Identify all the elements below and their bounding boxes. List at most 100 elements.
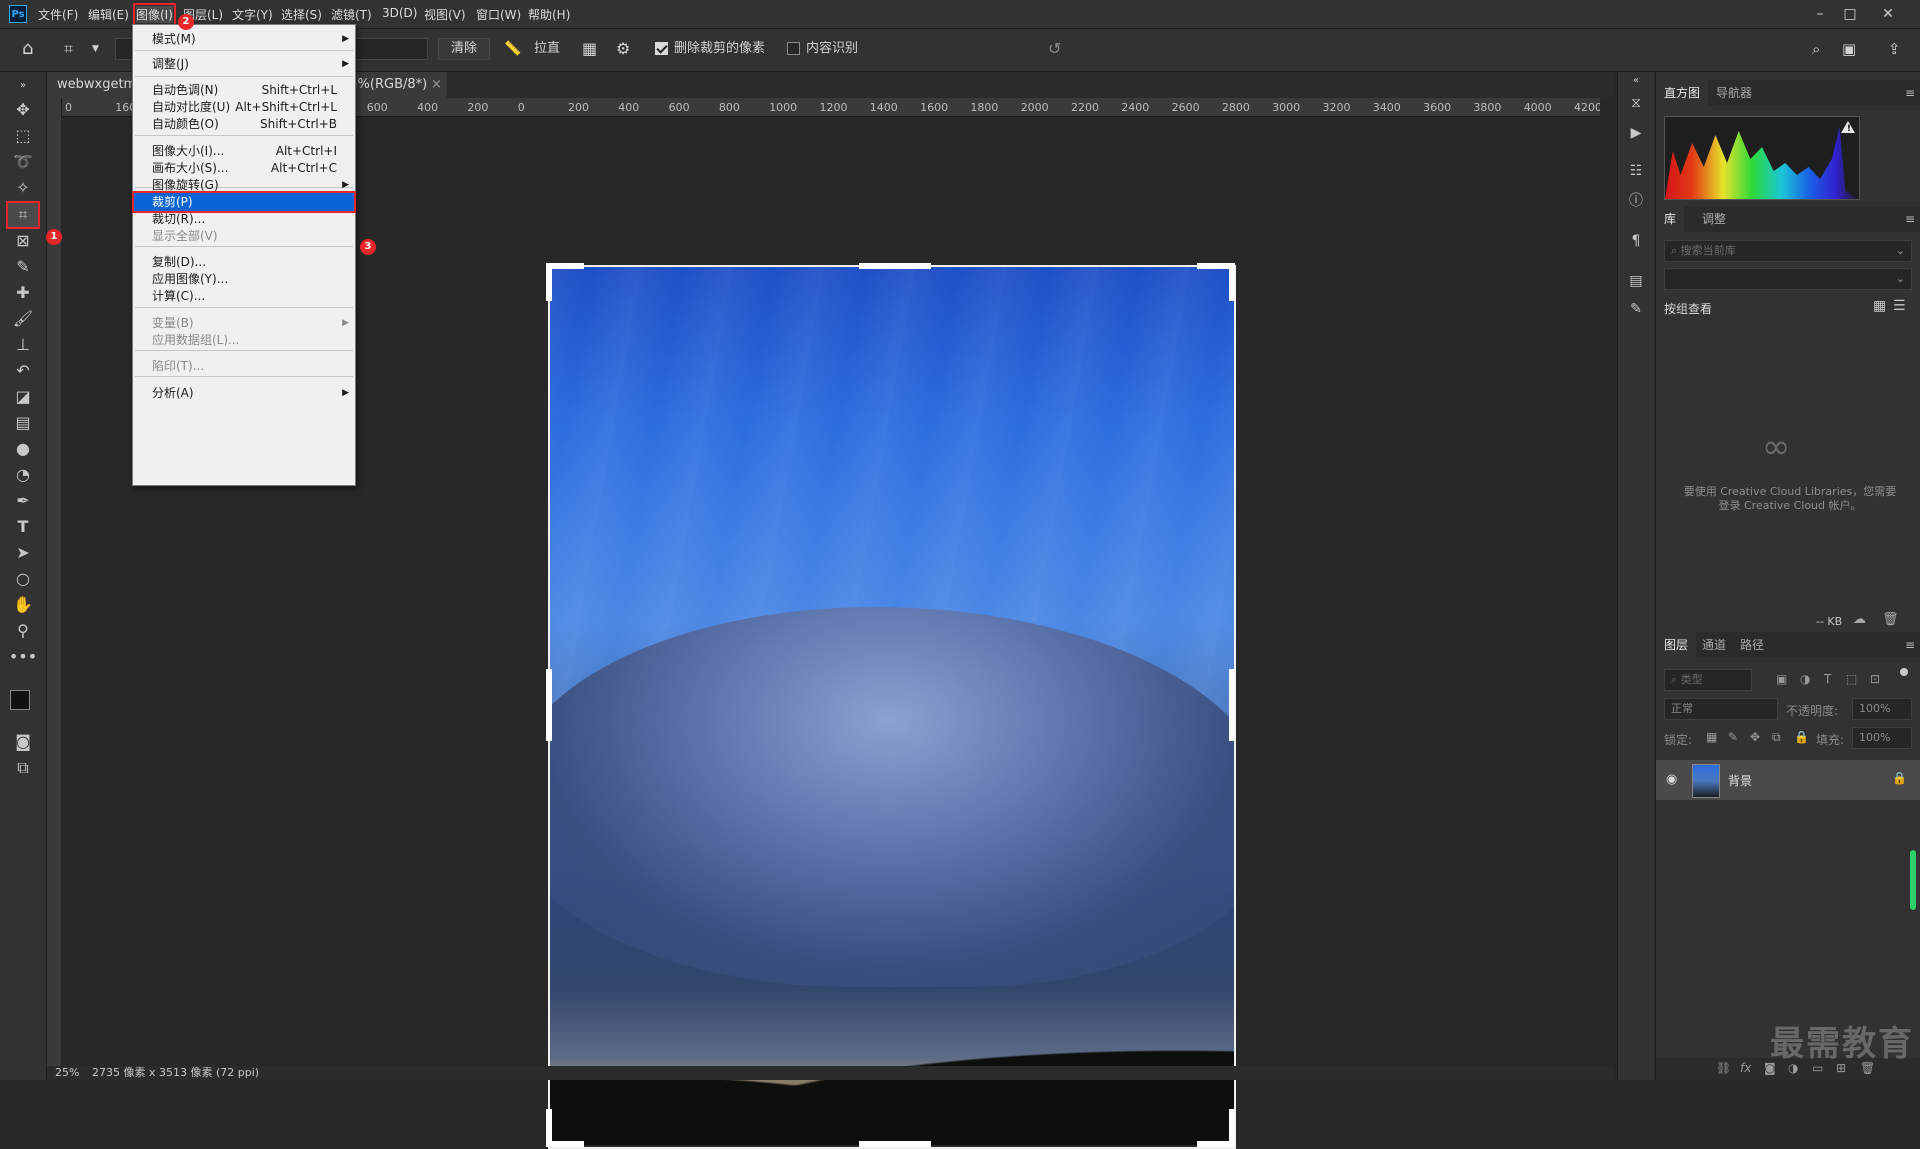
history-brush-tool-icon[interactable]: ↶ (8, 359, 38, 383)
frame-tool-icon[interactable]: ⊠ (8, 229, 38, 253)
menu-type[interactable]: 文字(Y) (232, 6, 273, 23)
tab-libraries[interactable]: 库 (1656, 206, 1685, 232)
healing-brush-tool-icon[interactable]: ✚ (8, 281, 38, 305)
delete-cropped-checkbox[interactable] (655, 42, 668, 55)
menu-item[interactable]: 分析(A) ▶ (133, 383, 355, 403)
collapse-icon[interactable]: « (1627, 72, 1645, 90)
ellipse-tool-icon[interactable]: ○ (8, 567, 38, 591)
lock-all-icon[interactable]: 🔒 (1794, 730, 1809, 744)
layer-name[interactable]: 背景 (1728, 772, 1752, 789)
dodge-tool-icon[interactable]: ◔ (8, 463, 38, 487)
menu-help[interactable]: 帮助(H) (528, 6, 570, 23)
maximize-button[interactable]: □ (1836, 4, 1864, 24)
minimize-button[interactable]: – (1806, 4, 1834, 24)
history-icon[interactable]: ⧖ (1627, 94, 1645, 112)
group-view-dropdown[interactable]: 按组查看 (1664, 300, 1712, 317)
straighten-button[interactable]: 拉直 (534, 37, 560, 61)
menu-item[interactable]: 计算(C)... (133, 286, 355, 306)
lasso-tool-icon[interactable]: ➰ (8, 150, 38, 174)
pen-tool-icon[interactable]: ✒ (8, 489, 38, 513)
cloud-icon[interactable]: ☁ (1853, 612, 1866, 627)
panel-menu-icon[interactable]: ≡ (1905, 638, 1915, 652)
straighten-icon[interactable]: 📏 (504, 37, 521, 61)
lock-pixels-icon[interactable]: ✎ (1728, 730, 1738, 744)
gradient-tool-icon[interactable]: ▤ (8, 411, 38, 435)
tab-navigator[interactable]: 导航器 (1708, 80, 1760, 106)
menu-file[interactable]: 文件(F) (38, 6, 78, 23)
tab-channels[interactable]: 通道 (1694, 632, 1734, 658)
chevron-down-icon[interactable]: ▼ (92, 37, 99, 61)
filter-smart-icon[interactable]: ⊡ (1870, 672, 1880, 686)
workspace-icon[interactable]: ▣ (1842, 37, 1856, 61)
tab-paths[interactable]: 路径 (1732, 632, 1772, 658)
path-selection-tool-icon[interactable]: ➤ (8, 541, 38, 565)
link-layers-icon[interactable]: ⛓ (1716, 1061, 1731, 1075)
zoom-level[interactable]: 25% (55, 1066, 79, 1080)
gear-icon[interactable]: ⚙ (616, 37, 630, 61)
library-search-input[interactable]: ⌕ 搜索当前库 ⌄ (1664, 240, 1912, 262)
trash-icon[interactable]: 🗑 (1882, 612, 1899, 627)
properties-icon[interactable]: ☷ (1627, 162, 1645, 180)
menu-image[interactable]: 图像(I) (133, 3, 176, 26)
clear-button[interactable]: 清除 (438, 38, 490, 60)
panel-scrollbar[interactable] (1910, 850, 1916, 910)
move-tool-icon[interactable]: ✥ (8, 98, 38, 122)
eraser-tool-icon[interactable]: ◪ (8, 385, 38, 409)
marquee-tool-icon[interactable]: ⬚ (8, 124, 38, 148)
share-icon[interactable]: ⇪ (1888, 37, 1901, 61)
filter-shape-icon[interactable]: ⬚ (1846, 672, 1857, 686)
tab-adjustments[interactable]: 调整 (1694, 206, 1734, 232)
zoom-tool-icon[interactable]: ⚲ (8, 619, 38, 643)
fill-field[interactable]: 100% (1852, 727, 1912, 749)
crop-handle-top[interactable] (859, 263, 931, 269)
crop-handle-bottom[interactable] (859, 1141, 931, 1147)
crop-handle-right[interactable] (1229, 669, 1235, 741)
layer-row[interactable]: ◉ 背景 🔒 (1656, 760, 1920, 800)
actions-play-icon[interactable]: ▶ (1627, 124, 1645, 142)
panel-menu-icon[interactable]: ≡ (1905, 212, 1915, 226)
crop-tool-preset-icon[interactable]: ⌗ (64, 37, 73, 61)
crop-handle-top-left-v[interactable] (546, 263, 552, 301)
menu-edit[interactable]: 编辑(E) (88, 6, 129, 23)
menu-item[interactable]: 模式(M) ▶ (133, 29, 355, 49)
lock-transparent-icon[interactable]: ▦ (1706, 730, 1717, 744)
collapse-icon[interactable]: » (8, 74, 38, 98)
lock-position-icon[interactable]: ✥ (1750, 730, 1760, 744)
filter-pixel-icon[interactable]: ▣ (1776, 672, 1787, 686)
filter-toggle[interactable] (1900, 668, 1908, 676)
crop-handle-top-right-v[interactable] (1229, 263, 1235, 301)
content-aware-checkbox[interactable] (787, 42, 800, 55)
eyedropper-tool-icon[interactable]: ✎ (8, 255, 38, 279)
menu-filter[interactable]: 滤镜(T) (331, 6, 372, 23)
document-image[interactable] (550, 267, 1234, 1145)
panel-menu-icon[interactable]: ≡ (1905, 86, 1915, 100)
menu-item[interactable]: 自动颜色(O) Shift+Ctrl+B (133, 114, 355, 134)
filter-type-icon[interactable]: T (1824, 672, 1831, 686)
hand-tool-icon[interactable]: ✋ (8, 593, 38, 617)
close-tab-icon[interactable]: × (431, 72, 442, 98)
menu-item[interactable]: 调整(J) ▶ (133, 54, 355, 74)
foreground-color-swatch[interactable] (10, 690, 30, 710)
menu-select[interactable]: 选择(S) (281, 6, 322, 23)
menu-window[interactable]: 窗口(W) (476, 6, 521, 23)
crop-tool-icon[interactable]: ⌗ (6, 201, 40, 229)
grid-overlay-icon[interactable]: ▦ (582, 37, 597, 61)
filter-adjustment-icon[interactable]: ◑ (1800, 672, 1810, 686)
character-icon[interactable]: ¶ (1627, 232, 1645, 250)
more-tools-icon[interactable]: ••• (8, 645, 38, 669)
fx-icon[interactable]: fx (1740, 1061, 1751, 1075)
brush-tool-icon[interactable]: 🖌 (8, 307, 38, 331)
notes-icon[interactable]: ✎ (1627, 300, 1645, 318)
stamp-tool-icon[interactable]: ⊥ (8, 333, 38, 357)
blur-tool-icon[interactable]: ● (8, 437, 38, 461)
menu-view[interactable]: 视图(V) (424, 6, 466, 23)
crop-handle-left[interactable] (546, 669, 552, 741)
library-dropdown[interactable]: ⌄ (1664, 268, 1912, 290)
info-icon[interactable]: ⓘ (1627, 192, 1645, 210)
blend-mode-dropdown[interactable]: 正常 (1664, 698, 1778, 720)
visibility-eye-icon[interactable]: ◉ (1666, 772, 1677, 787)
type-tool-icon[interactable]: T (8, 515, 38, 539)
list-view-icon[interactable]: ☰ (1893, 298, 1906, 314)
crop-handle-bottom-left-v[interactable] (546, 1109, 552, 1147)
tab-layers[interactable]: 图层 (1656, 632, 1697, 658)
